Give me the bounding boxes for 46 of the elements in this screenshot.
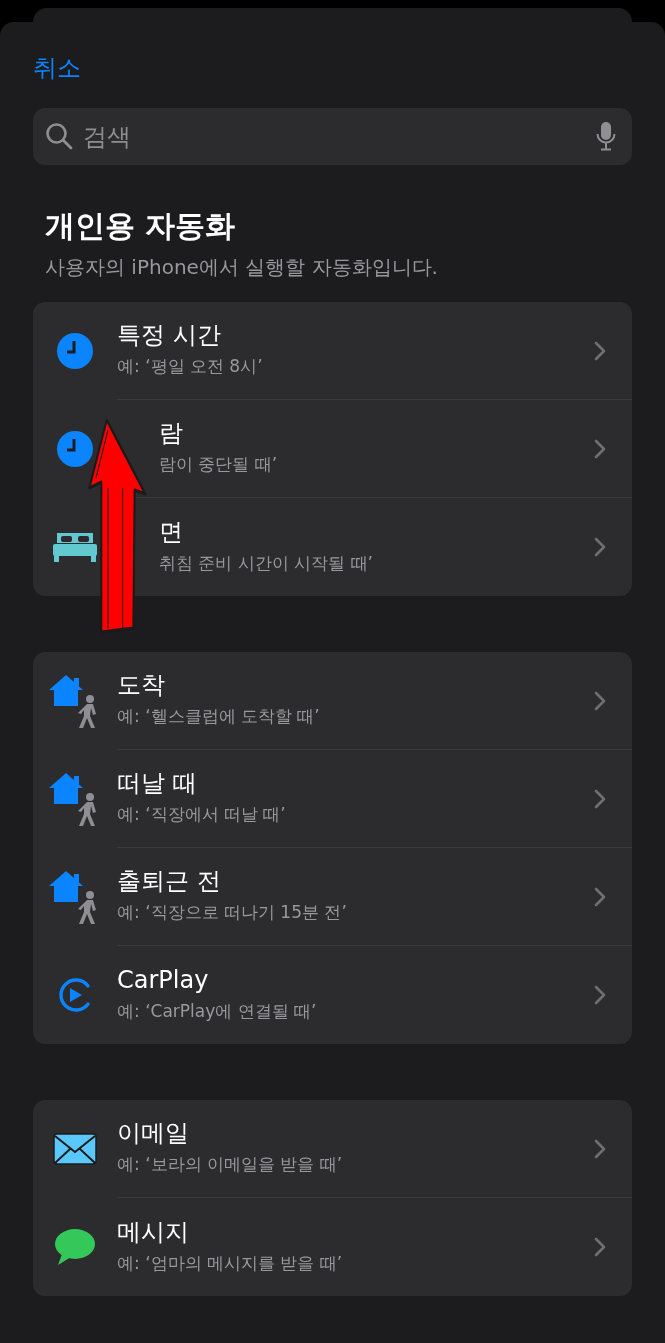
automation-row[interactable]: 출퇴근 전 예: ‘직장으로 떠나기 15분 전’ xyxy=(33,848,632,946)
row-example: 예: ‘보라의 이메일을 받을 때’ xyxy=(117,1153,344,1177)
speech-bubble-icon xyxy=(54,1228,96,1266)
row-example: 예: ‘헬스클럽에 도착할 때’ xyxy=(117,705,321,729)
chevron-icon xyxy=(594,537,606,557)
row-title: CarPlay xyxy=(117,965,210,995)
carplay-icon xyxy=(57,977,93,1013)
automation-row[interactable]: 도착 예: ‘헬스클럽에 도착할 때’ xyxy=(33,652,632,750)
bed-icon xyxy=(52,531,98,563)
envelope-icon xyxy=(53,1133,97,1165)
row-title: 특정 시간 xyxy=(117,321,222,351)
chevron-icon xyxy=(594,886,606,907)
row-example: 취침 준비 시간이 시작될 때’ xyxy=(159,551,375,575)
row-title: 면 xyxy=(159,517,184,547)
chevron-icon xyxy=(594,1138,606,1159)
section-title: 개인용 자동화 xyxy=(45,207,237,245)
chevron-icon xyxy=(594,438,606,459)
search-icon xyxy=(45,122,73,150)
row-example: 예: ‘직장에서 떠날 때’ xyxy=(117,803,287,827)
chevron-icon xyxy=(594,1237,606,1257)
section-description: 사용자의 iPhone에서 실행할 자동화입니다. xyxy=(45,254,439,281)
row-example: 예: ‘평일 오전 8시’ xyxy=(117,355,264,379)
chevron-icon xyxy=(594,985,606,1005)
clock-icon xyxy=(56,430,94,468)
automation-row[interactable]: 특정 시간 예: ‘평일 오전 8시’ xyxy=(33,302,632,400)
automation-row[interactable]: 이메일 예: ‘보라의 이메일을 받을 때’ xyxy=(33,1100,632,1198)
chevron-icon xyxy=(594,690,606,711)
chevron-icon xyxy=(594,788,606,809)
row-title: 떠날 때 xyxy=(117,769,198,799)
row-title: 도착 xyxy=(117,671,166,701)
microphone-icon[interactable] xyxy=(596,121,616,151)
row-example: 람이 중단될 때’ xyxy=(159,453,279,477)
chevron-icon xyxy=(594,340,606,361)
row-title: 출퇴근 전 xyxy=(117,867,222,897)
cancel-button[interactable]: 취소 xyxy=(33,50,81,86)
row-example: 예: ‘직장으로 떠나기 15분 전’ xyxy=(117,901,348,925)
automation-row[interactable]: 메시지 예: ‘엄마의 메시지를 받을 때’ xyxy=(33,1198,632,1296)
clock-icon xyxy=(56,332,94,370)
row-example: 예: ‘엄마의 메시지를 받을 때’ xyxy=(117,1251,344,1275)
automation-row[interactable]: CarPlay 예: ‘CarPlay에 연결될 때’ xyxy=(33,946,632,1044)
row-title: 이메일 xyxy=(117,1119,190,1149)
row-example: 예: ‘CarPlay에 연결될 때’ xyxy=(117,999,318,1023)
row-title: 람 xyxy=(159,419,184,449)
automation-row[interactable]: 떠날 때 예: ‘직장에서 떠날 때’ xyxy=(33,750,632,848)
row-title: 메시지 xyxy=(117,1217,190,1247)
search-field[interactable]: 검색 xyxy=(33,108,632,165)
